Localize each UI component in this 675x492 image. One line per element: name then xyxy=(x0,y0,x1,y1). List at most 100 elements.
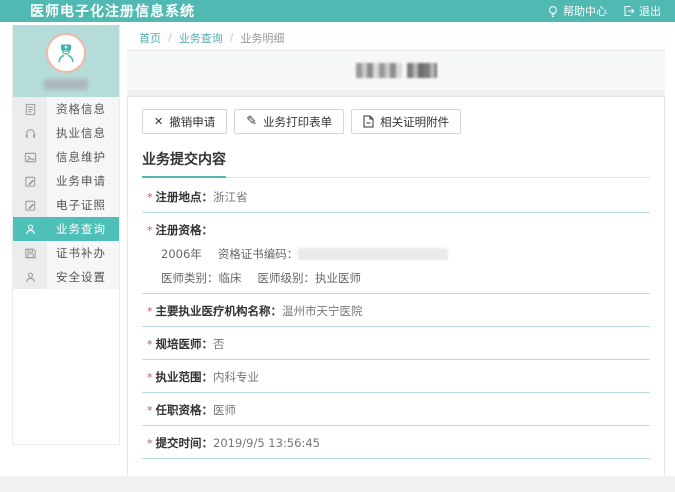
avatar xyxy=(46,33,86,73)
breadcrumb-business-query-link[interactable]: 业务查询 xyxy=(179,30,223,46)
qualification-type-line: 医师类别：临床 医师级别：执业医师 xyxy=(147,262,650,286)
sidebar-item-business-application[interactable]: 业务申请 xyxy=(13,169,119,193)
sidebar-item-practice-info[interactable]: 执业信息 xyxy=(13,121,119,145)
field-value: 浙江省 xyxy=(213,190,248,204)
sidebar: 资格信息 执业信息 信息维护 业务申请 电子证照 xyxy=(12,25,120,445)
field-trainee-doctor: *规培医师：否 xyxy=(142,327,650,360)
cancel-application-button[interactable]: ✕ 撤销申请 xyxy=(142,109,227,134)
sidebar-menu: 资格信息 执业信息 信息维护 业务申请 电子证照 xyxy=(13,97,119,289)
content-area: 资格信息 执业信息 信息维护 业务申请 电子证照 xyxy=(0,22,675,492)
sidebar-item-label: 电子证照 xyxy=(47,193,119,217)
page-footer-band xyxy=(0,476,675,492)
sidebar-item-label: 证书补办 xyxy=(47,241,119,265)
field-label: 执业范围： xyxy=(156,370,214,384)
sidebar-item-certificate-reissue[interactable]: 证书补办 xyxy=(13,241,119,265)
doctor-type-value: 临床 xyxy=(219,271,242,285)
required-asterisk: * xyxy=(147,437,153,450)
field-job-qualification: *任职资格：医师 xyxy=(142,393,650,426)
field-value: 2019/9/5 13:56:45 xyxy=(213,436,320,450)
sidebar-item-info-maintenance[interactable]: 信息维护 xyxy=(13,145,119,169)
field-submit-time: *提交时间：2019/9/5 13:56:45 xyxy=(142,426,650,459)
pencil-icon: ✎ xyxy=(246,114,257,129)
edit-icon xyxy=(13,193,47,217)
sidebar-item-label: 资格信息 xyxy=(47,97,119,121)
cancel-application-label: 撤销申请 xyxy=(169,114,215,130)
sidebar-item-label: 信息维护 xyxy=(47,145,119,169)
submission-section-title: 业务提交内容 xyxy=(142,149,650,178)
field-label: 主要执业医疗机构名称： xyxy=(156,304,283,318)
field-value: 内科专业 xyxy=(213,370,259,384)
sidebar-item-label: 执业信息 xyxy=(47,121,119,145)
sidebar-item-qualification-info[interactable]: 资格信息 xyxy=(13,97,119,121)
cert-code-label: 资格证书编码： xyxy=(218,247,299,261)
lightbulb-icon xyxy=(547,5,559,18)
app-title: 医师电子化注册信息系统 xyxy=(30,1,195,21)
field-value: 医师 xyxy=(213,403,236,417)
breadcrumb-separator: / xyxy=(168,31,172,44)
main-panel: 首页 / 业务查询 / 业务明细 ✕ 撤销申请 ✎ 业务打印 xyxy=(127,25,665,492)
logout-link[interactable]: 退出 xyxy=(623,3,661,19)
breadcrumb: 首页 / 业务查询 / 业务明细 xyxy=(127,25,665,51)
qualification-label-line: *注册资格： xyxy=(147,222,650,238)
print-form-label: 业务打印表单 xyxy=(263,114,332,130)
sidebar-item-label: 安全设置 xyxy=(47,265,119,289)
document-icon xyxy=(13,97,47,121)
user-name-redacted xyxy=(44,79,88,90)
image-icon xyxy=(13,145,47,169)
edit-icon xyxy=(13,169,47,193)
headset-icon xyxy=(13,121,47,145)
applicant-name-banner xyxy=(127,51,665,90)
cert-code-redacted xyxy=(298,248,448,260)
breadcrumb-home-link[interactable]: 首页 xyxy=(139,30,161,46)
sidebar-item-electronic-license[interactable]: 电子证照 xyxy=(13,193,119,217)
logout-label: 退出 xyxy=(639,3,661,19)
required-asterisk: * xyxy=(147,404,153,417)
user-profile-block xyxy=(13,25,119,97)
doctor-level-label: 医师级别： xyxy=(258,271,316,285)
user-icon xyxy=(13,265,47,289)
applicant-name-redacted xyxy=(407,63,437,78)
required-asterisk: * xyxy=(147,371,153,384)
field-value: 否 xyxy=(213,337,225,351)
header-actions: 帮助中心 退出 xyxy=(547,3,661,19)
required-asterisk: * xyxy=(147,338,153,351)
field-registration-qualification: *注册资格： 2006年 资格证书编码： 医师类别：临床 医师级别：执业医师 xyxy=(142,213,650,294)
doctor-level-value: 执业医师 xyxy=(315,271,361,285)
field-value: 温州市天宁医院 xyxy=(282,304,363,318)
field-label: 任职资格： xyxy=(156,403,214,417)
x-icon: ✕ xyxy=(154,115,163,128)
field-practice-scope: *执业范围：内科专业 xyxy=(142,360,650,393)
applicant-name-redacted xyxy=(356,63,402,78)
field-registration-place: *注册地点：浙江省 xyxy=(142,180,650,213)
logout-icon xyxy=(623,5,635,17)
business-detail-card: ✕ 撤销申请 ✎ 业务打印表单 相关证明附件 业务提交内容 *注 xyxy=(127,96,665,492)
user-icon xyxy=(13,217,47,241)
document-icon xyxy=(363,115,374,128)
field-label: 提交时间： xyxy=(156,436,214,450)
print-form-button[interactable]: ✎ 业务打印表单 xyxy=(234,109,344,134)
doctor-type-label: 医师类别： xyxy=(161,271,219,285)
breadcrumb-current: 业务明细 xyxy=(240,30,284,46)
doctor-icon xyxy=(54,41,78,65)
page: 医师电子化注册信息系统 帮助中心 退出 xyxy=(0,0,675,492)
field-label: 注册地点： xyxy=(156,190,214,204)
submission-fields: *注册地点：浙江省 *注册资格： 2006年资格证书编码： 医师类别：临床医师级… xyxy=(142,180,650,459)
sidebar-item-business-query[interactable]: 业务查询 xyxy=(13,217,119,241)
related-attachments-button[interactable]: 相关证明附件 xyxy=(351,109,461,134)
related-attachments-label: 相关证明附件 xyxy=(380,114,449,130)
sidebar-item-security-settings[interactable]: 安全设置 xyxy=(13,265,119,289)
sidebar-item-label: 业务申请 xyxy=(47,169,119,193)
qualification-cert-line: 2006年 资格证书编码： xyxy=(147,238,650,262)
help-center-link[interactable]: 帮助中心 xyxy=(547,3,607,19)
required-asterisk: * xyxy=(147,305,153,318)
app-header: 医师电子化注册信息系统 帮助中心 退出 xyxy=(0,0,675,22)
field-label: 规培医师： xyxy=(156,337,214,351)
help-center-label: 帮助中心 xyxy=(563,3,607,19)
toolbar: ✕ 撤销申请 ✎ 业务打印表单 相关证明附件 xyxy=(142,109,650,134)
breadcrumb-separator: / xyxy=(230,31,234,44)
field-main-practice-org: *主要执业医疗机构名称：温州市天宁医院 xyxy=(142,294,650,327)
save-icon xyxy=(13,241,47,265)
qualification-year: 2006年 xyxy=(161,247,202,261)
field-label: 注册资格： xyxy=(156,223,214,237)
required-asterisk: * xyxy=(147,224,153,237)
